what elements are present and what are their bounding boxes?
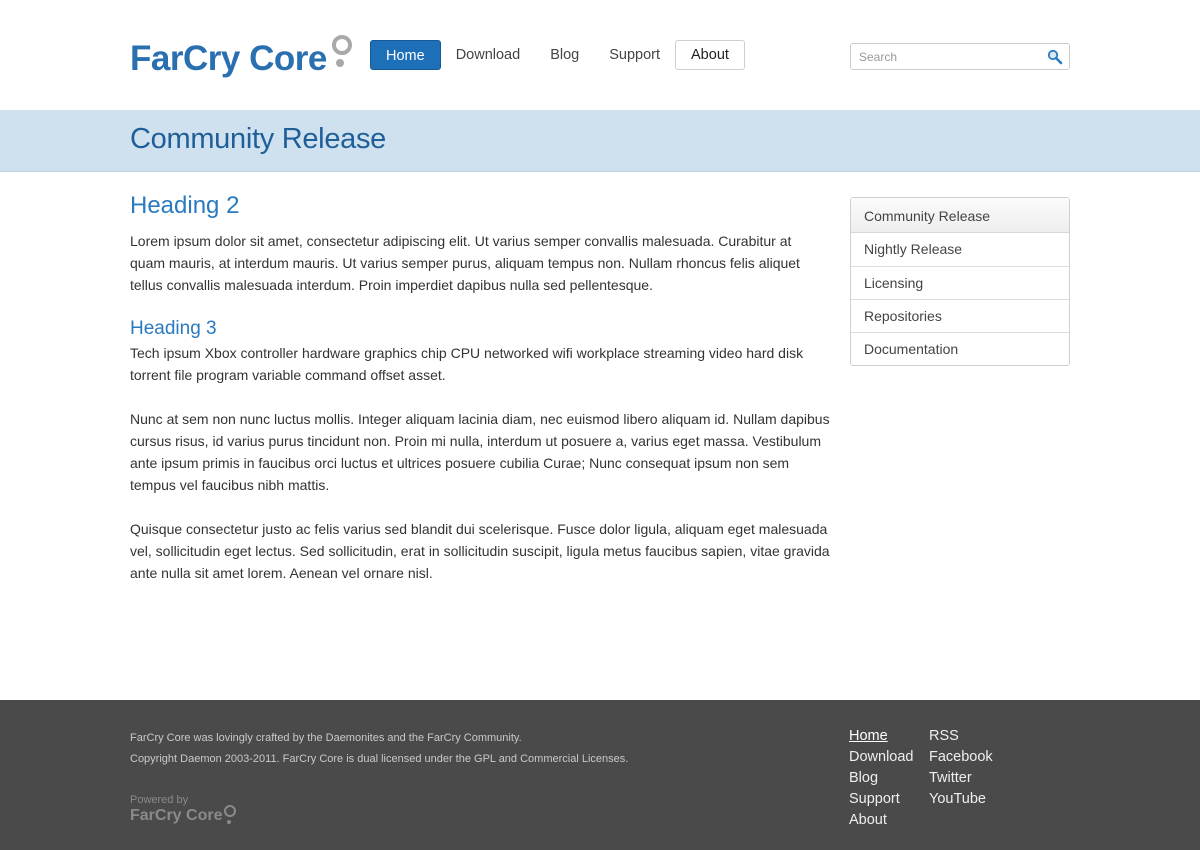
- footer-credits: FarCry Core was lovingly crafted by the …: [130, 728, 628, 770]
- nav-download[interactable]: Download: [441, 40, 536, 70]
- footer-line-2: Copyright Daemon 2003-2011. FarCry Core …: [130, 753, 629, 765]
- logo-mark-icon: [329, 34, 352, 76]
- heading-2: Heading 2: [130, 192, 240, 219]
- search-box: [850, 43, 1070, 70]
- sidebar-item-documentation[interactable]: Documentation: [851, 332, 1069, 365]
- sidebar-nav: Community Release Nightly Release Licens…: [850, 197, 1070, 366]
- page-banner: Community Release: [0, 110, 1200, 172]
- paragraph-1: Lorem ipsum dolor sit amet, consectetur …: [130, 233, 800, 293]
- footer-link-home[interactable]: Home: [849, 726, 914, 747]
- footer-link-youtube[interactable]: YouTube: [929, 789, 993, 810]
- footer-links-site: Home Download Blog Support About: [849, 726, 914, 831]
- farcry-core-logo[interactable]: FarCry Core: [130, 32, 352, 78]
- page-title: Community Release: [130, 123, 386, 155]
- site-footer: FarCry Core was lovingly crafted by the …: [0, 700, 1200, 850]
- sidebar-item-licensing[interactable]: Licensing: [851, 266, 1069, 299]
- footer-link-twitter[interactable]: Twitter: [929, 768, 993, 789]
- footer-link-blog[interactable]: Blog: [849, 768, 914, 789]
- paragraph-4: Quisque consectetur justo ac felis variu…: [130, 521, 830, 581]
- main-nav: Home Download Blog Support About: [370, 40, 745, 70]
- footer-links-social: RSS Facebook Twitter YouTube: [929, 726, 993, 810]
- nav-support[interactable]: Support: [594, 40, 675, 70]
- nav-home[interactable]: Home: [370, 40, 441, 70]
- site-header: FarCry Core Home Download Blog Support A…: [0, 0, 1200, 110]
- main-content: Heading 2 Lorem ipsum dolor sit amet, co…: [130, 190, 830, 584]
- footer-link-facebook[interactable]: Facebook: [929, 747, 993, 768]
- powered-by-logo: FarCry Core: [130, 805, 237, 825]
- heading-3: Heading 3: [130, 318, 217, 339]
- footer-link-about[interactable]: About: [849, 810, 914, 831]
- footer-line-1: FarCry Core was lovingly crafted by the …: [130, 732, 522, 744]
- paragraph-2: Tech ipsum Xbox controller hardware grap…: [130, 345, 804, 383]
- footer-link-support[interactable]: Support: [849, 789, 914, 810]
- nav-about[interactable]: About: [675, 40, 745, 70]
- powered-by[interactable]: Powered by FarCry Core: [130, 793, 237, 825]
- powered-by-label: Powered by: [130, 794, 189, 806]
- logo-wordmark: FarCry Core: [130, 39, 327, 78]
- nav-blog[interactable]: Blog: [535, 40, 594, 70]
- search-input[interactable]: [851, 44, 1049, 69]
- sidebar-item-nightly-release[interactable]: Nightly Release: [851, 233, 1069, 266]
- footer-link-download[interactable]: Download: [849, 747, 914, 768]
- sidebar-item-community-release[interactable]: Community Release: [851, 198, 1069, 233]
- sidebar-item-repositories[interactable]: Repositories: [851, 299, 1069, 332]
- footer-link-rss[interactable]: RSS: [929, 726, 993, 747]
- paragraph-3: Nunc at sem non nunc luctus mollis. Inte…: [130, 411, 830, 493]
- search-icon[interactable]: [1047, 49, 1063, 65]
